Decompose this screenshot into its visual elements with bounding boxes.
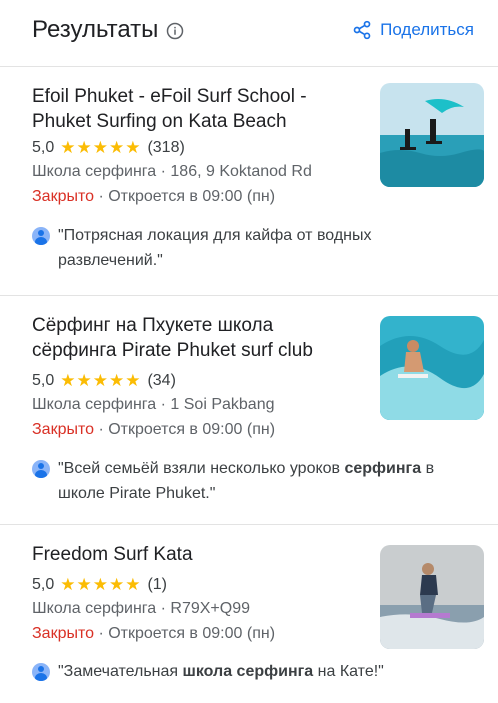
place-name[interactable]: Сёрфинг на Пхукете школа сёрфинга Pirate…	[32, 313, 352, 363]
result-card[interactable]: Freedom Surf Kata 5,0 ★★★★★ (1) Школа се…	[0, 525, 498, 703]
star-icons: ★★★★★	[60, 575, 142, 594]
place-name[interactable]: Efoil Phuket - eFoil Surf School - Phuke…	[32, 84, 352, 134]
place-info: Школа серфинга · 186, 9 Koktanod Rd	[32, 163, 312, 180]
place-info: Школа серфинга · 1 Soi Pakbang	[32, 396, 275, 413]
opening-hours: · Откроется в 09:00 (пн)	[94, 188, 276, 205]
user-avatar-icon	[32, 663, 50, 681]
star-icons: ★★★★★	[60, 371, 142, 390]
review-snippet: "Всей семьёй взяли несколько уроков серф…	[32, 456, 458, 506]
results-header: Результаты Поделиться	[0, 0, 498, 66]
share-icon	[353, 20, 371, 40]
place-info: Школа серфинга · R79X+Q99	[32, 600, 251, 617]
review-text: "Всей семьёй взяли несколько уроков серф…	[58, 460, 435, 502]
status-closed: Закрыто	[32, 188, 95, 205]
info-icon[interactable]	[166, 22, 184, 40]
reviews-count: (1)	[147, 576, 168, 593]
share-label: Поделиться	[380, 20, 474, 39]
review-snippet: "Потрясная локация для кайфа от водных р…	[32, 223, 458, 273]
place-name[interactable]: Freedom Surf Kata	[32, 542, 352, 567]
status-closed: Закрыто	[32, 625, 95, 642]
hours-row: Закрыто · Откроется в 09:00 (пн)	[32, 625, 275, 643]
rating-value: 5,0	[32, 576, 55, 593]
status-closed: Закрыто	[32, 421, 95, 438]
star-icons: ★★★★★	[60, 138, 142, 157]
reviews-count: (34)	[147, 372, 176, 389]
place-photo[interactable]	[380, 83, 484, 187]
result-card[interactable]: Сёрфинг на Пхукете школа сёрфинга Pirate…	[0, 296, 498, 524]
rating-row: 5,0 ★★★★★ (1)	[32, 575, 167, 595]
page-title: Результаты	[32, 16, 159, 43]
result-card[interactable]: Efoil Phuket - eFoil Surf School - Phuke…	[0, 67, 498, 295]
place-photo[interactable]	[380, 316, 484, 420]
hours-row: Закрыто · Откроется в 09:00 (пн)	[32, 188, 275, 206]
place-photo[interactable]	[380, 545, 484, 649]
rating-row: 5,0 ★★★★★ (34)	[32, 371, 176, 391]
user-avatar-icon	[32, 460, 50, 478]
opening-hours: · Откроется в 09:00 (пн)	[94, 421, 276, 438]
user-avatar-icon	[32, 227, 50, 245]
rating-value: 5,0	[32, 139, 55, 156]
hours-row: Закрыто · Откроется в 09:00 (пн)	[32, 421, 275, 439]
opening-hours: · Откроется в 09:00 (пн)	[94, 625, 276, 642]
review-text: "Замечательная школа серфинга на Кате!"	[58, 663, 384, 680]
reviews-count: (318)	[147, 139, 185, 156]
share-button[interactable]: Поделиться	[352, 20, 474, 40]
review-snippet: "Замечательная школа серфинга на Кате!"	[32, 659, 458, 684]
rating-value: 5,0	[32, 372, 55, 389]
rating-row: 5,0 ★★★★★ (318)	[32, 138, 185, 158]
review-text: "Потрясная локация для кайфа от водных р…	[58, 227, 372, 269]
